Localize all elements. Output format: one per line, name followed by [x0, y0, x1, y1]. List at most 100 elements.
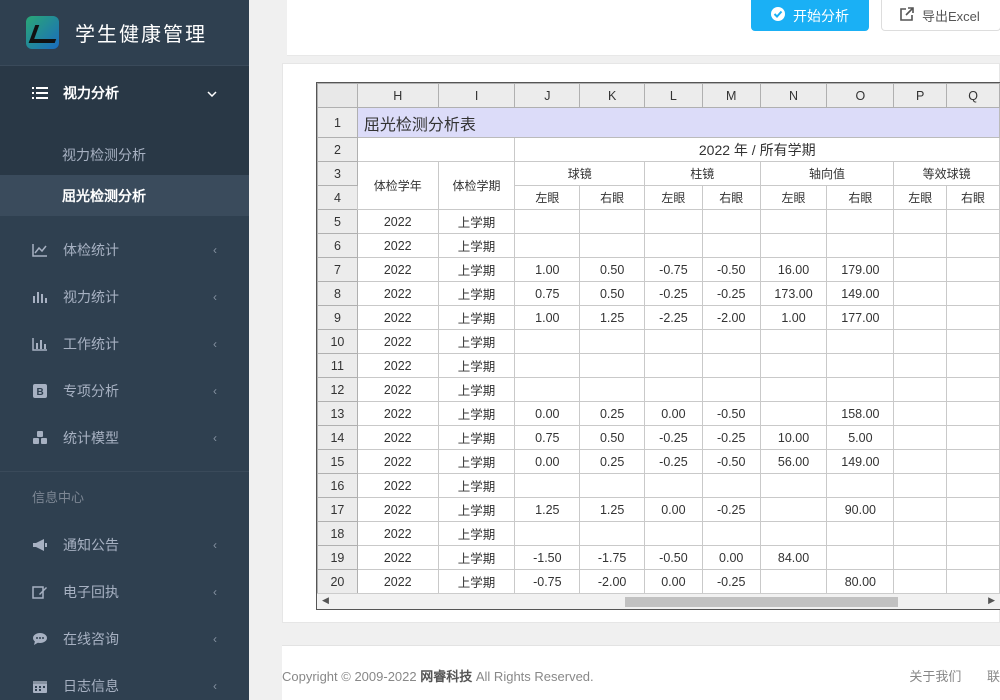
cell-value[interactable] — [893, 377, 948, 402]
horizontal-scrollbar[interactable]: ◀ ▶ — [317, 593, 1000, 609]
row-header[interactable]: 2 — [317, 137, 358, 162]
cell-value[interactable] — [644, 353, 703, 378]
cell-value[interactable]: -0.50 — [701, 257, 761, 282]
cell-value[interactable] — [579, 329, 645, 354]
sidebar-subitem-vision-detection[interactable]: 视力检测分析 — [0, 134, 249, 175]
cell-value[interactable] — [893, 425, 948, 450]
cell-value[interactable] — [826, 329, 895, 354]
cell-value[interactable] — [579, 233, 645, 258]
cell-year[interactable]: 2022 — [356, 425, 439, 450]
sidebar-item-stat-model[interactable]: 统计模型 ‹ — [0, 414, 249, 461]
row-header[interactable]: 18 — [317, 521, 358, 546]
cell-value[interactable] — [893, 329, 948, 354]
cell-value[interactable]: -0.25 — [644, 281, 703, 306]
cell-value[interactable]: 0.00 — [514, 449, 581, 474]
cell-value[interactable] — [946, 449, 1000, 474]
cell-term[interactable]: 上学期 — [437, 521, 516, 546]
row-header[interactable]: 16 — [317, 473, 358, 498]
row-header[interactable]: 12 — [317, 377, 358, 402]
header-left-eye[interactable]: 左眼 — [644, 185, 703, 210]
group-header-sphere[interactable]: 球镜 — [514, 161, 645, 186]
cell-value[interactable] — [514, 233, 581, 258]
cell-value[interactable] — [946, 473, 1000, 498]
cell-value[interactable]: 56.00 — [759, 449, 828, 474]
cell-value[interactable]: 0.00 — [644, 401, 703, 426]
header-left-eye[interactable]: 左眼 — [893, 185, 948, 210]
cell-value[interactable] — [701, 353, 761, 378]
cell-value[interactable] — [893, 497, 948, 522]
export-excel-button[interactable]: 导出Excel — [881, 0, 1000, 31]
row-header[interactable]: 11 — [317, 353, 358, 378]
cell-value[interactable]: 0.25 — [579, 401, 645, 426]
cell-value[interactable]: -0.25 — [701, 281, 761, 306]
cell-year[interactable]: 2022 — [356, 305, 439, 330]
cell-value[interactable] — [759, 329, 828, 354]
cell-value[interactable] — [759, 401, 828, 426]
cell-value[interactable] — [644, 473, 703, 498]
cell-term[interactable]: 上学期 — [437, 305, 516, 330]
cell-value[interactable]: -2.25 — [644, 305, 703, 330]
cell-value[interactable]: -0.25 — [701, 569, 761, 594]
cell-value[interactable]: -0.25 — [644, 425, 703, 450]
header-left-eye[interactable]: 左眼 — [759, 185, 828, 210]
sidebar-item-receipt[interactable]: 电子回执 ‹ — [0, 568, 249, 615]
column-header[interactable]: Q — [946, 83, 1000, 108]
scrollbar-thumb[interactable] — [625, 597, 898, 607]
cell-value[interactable] — [893, 233, 948, 258]
cell-value[interactable]: -0.50 — [644, 545, 703, 570]
cell-value[interactable] — [514, 521, 581, 546]
cell-value[interactable] — [579, 377, 645, 402]
cell-value[interactable] — [579, 473, 645, 498]
cell-value[interactable]: 0.00 — [644, 569, 703, 594]
cell-value[interactable]: 149.00 — [826, 281, 895, 306]
cell-year[interactable]: 2022 — [356, 377, 439, 402]
cell-value[interactable] — [579, 353, 645, 378]
cell-value[interactable] — [893, 545, 948, 570]
cell-value[interactable]: -1.50 — [514, 545, 581, 570]
cell-value[interactable] — [759, 233, 828, 258]
cell-value[interactable]: 10.00 — [759, 425, 828, 450]
cell-term[interactable]: 上学期 — [437, 425, 516, 450]
cell-term[interactable]: 上学期 — [437, 233, 516, 258]
cell-value[interactable] — [946, 233, 1000, 258]
sheet-period[interactable]: 2022 年 / 所有学期 — [514, 137, 1000, 162]
cell-value[interactable] — [826, 209, 895, 234]
row-header[interactable]: 20 — [317, 569, 358, 594]
cell-value[interactable] — [701, 209, 761, 234]
row-header[interactable]: 10 — [317, 329, 358, 354]
cell-value[interactable] — [946, 401, 1000, 426]
cell-value[interactable] — [644, 329, 703, 354]
cell-value[interactable]: -0.25 — [644, 449, 703, 474]
cell-year[interactable]: 2022 — [356, 233, 439, 258]
header-year[interactable]: 体检学年 — [356, 161, 439, 210]
cell-value[interactable]: 0.00 — [514, 401, 581, 426]
cell-year[interactable]: 2022 — [356, 545, 439, 570]
header-left-eye[interactable]: 左眼 — [514, 185, 581, 210]
cell-value[interactable] — [579, 209, 645, 234]
cell-value[interactable] — [826, 353, 895, 378]
cell-value[interactable]: 84.00 — [759, 545, 828, 570]
row-header[interactable]: 7 — [317, 257, 358, 282]
cell-term[interactable]: 上学期 — [437, 377, 516, 402]
row-header[interactable]: 17 — [317, 497, 358, 522]
cell-term[interactable]: 上学期 — [437, 449, 516, 474]
cell-value[interactable] — [826, 545, 895, 570]
cell-value[interactable]: 0.00 — [701, 545, 761, 570]
cell-value[interactable] — [946, 353, 1000, 378]
row-header[interactable]: 3 — [317, 161, 358, 186]
sheet-title[interactable]: 屈光检测分析表 — [356, 107, 1000, 138]
cell-value[interactable]: 16.00 — [759, 257, 828, 282]
cell-value[interactable] — [701, 473, 761, 498]
cell-value[interactable] — [759, 209, 828, 234]
cell-year[interactable]: 2022 — [356, 353, 439, 378]
cell-year[interactable]: 2022 — [356, 329, 439, 354]
cell-value[interactable] — [644, 233, 703, 258]
cell-value[interactable]: 0.25 — [579, 449, 645, 474]
row-header[interactable]: 4 — [317, 185, 358, 210]
cell-year[interactable]: 2022 — [356, 473, 439, 498]
cell-value[interactable] — [893, 473, 948, 498]
cell-value[interactable] — [759, 497, 828, 522]
sidebar-item-log[interactable]: 日志信息 ‹ — [0, 662, 249, 700]
contact-link[interactable]: 联 — [987, 669, 1000, 684]
row-header[interactable]: 1 — [317, 107, 358, 138]
